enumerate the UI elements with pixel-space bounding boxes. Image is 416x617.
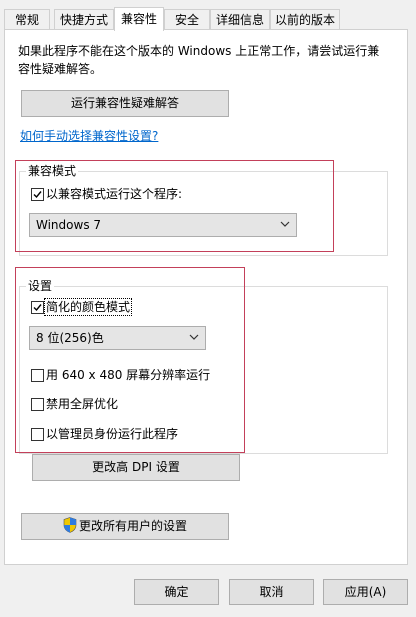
compatibility-description: 如果此程序不能在这个版本的 Windows 上正常工作，请尝试运行兼容性疑难解答… xyxy=(18,44,380,76)
disable-fullscreen-label: 禁用全屏优化 xyxy=(46,397,119,411)
manual-compat-link[interactable]: 如何手动选择兼容性设置? xyxy=(20,129,158,143)
color-depth-value: 8 位(256)色 xyxy=(36,331,104,345)
tab-previous-versions[interactable]: 以前的版本 xyxy=(270,9,340,29)
change-all-users-button[interactable]: 更改所有用户的设置 xyxy=(21,513,229,540)
run-as-admin-label: 以管理员身份运行此程序 xyxy=(46,427,179,441)
uac-shield-icon xyxy=(63,517,77,533)
chevron-down-icon xyxy=(280,221,290,227)
color-depth-select[interactable]: 8 位(256)色 xyxy=(29,326,206,350)
apply-button[interactable]: 应用(A) xyxy=(323,579,408,605)
compat-mode-label: 以兼容模式运行这个程序: xyxy=(46,187,183,201)
tab-compatibility[interactable]: 兼容性 xyxy=(114,7,164,31)
disable-fullscreen-checkbox[interactable] xyxy=(31,398,44,411)
cancel-button[interactable]: 取消 xyxy=(229,579,314,605)
run-troubleshooter-button[interactable]: 运行兼容性疑难解答 xyxy=(21,90,229,117)
reduced-color-checkbox[interactable] xyxy=(31,301,44,314)
tab-security[interactable]: 安全 xyxy=(164,9,210,29)
change-all-users-label: 更改所有用户的设置 xyxy=(78,519,187,533)
os-version-value: Windows 7 xyxy=(36,218,102,232)
run-as-admin-checkbox[interactable] xyxy=(31,428,44,441)
run-640-checkbox[interactable] xyxy=(31,369,44,382)
checkmark-icon xyxy=(33,304,42,312)
tab-general[interactable]: 常规 xyxy=(4,9,50,29)
os-version-select[interactable]: Windows 7 xyxy=(29,213,297,237)
reduced-color-label: 简化的颜色模式 xyxy=(43,298,133,316)
run-640-label: 用 640 x 480 屏幕分辨率运行 xyxy=(46,368,211,382)
chevron-down-icon xyxy=(189,334,199,340)
highlight-frame-compat xyxy=(15,160,334,252)
compat-mode-checkbox[interactable] xyxy=(31,188,44,201)
highlight-frame-settings xyxy=(15,267,245,453)
change-dpi-button[interactable]: 更改高 DPI 设置 xyxy=(32,454,240,481)
ok-button[interactable]: 确定 xyxy=(134,579,219,605)
tab-details[interactable]: 详细信息 xyxy=(210,9,270,29)
tab-shortcut[interactable]: 快捷方式 xyxy=(54,9,114,29)
checkmark-icon xyxy=(33,191,42,199)
